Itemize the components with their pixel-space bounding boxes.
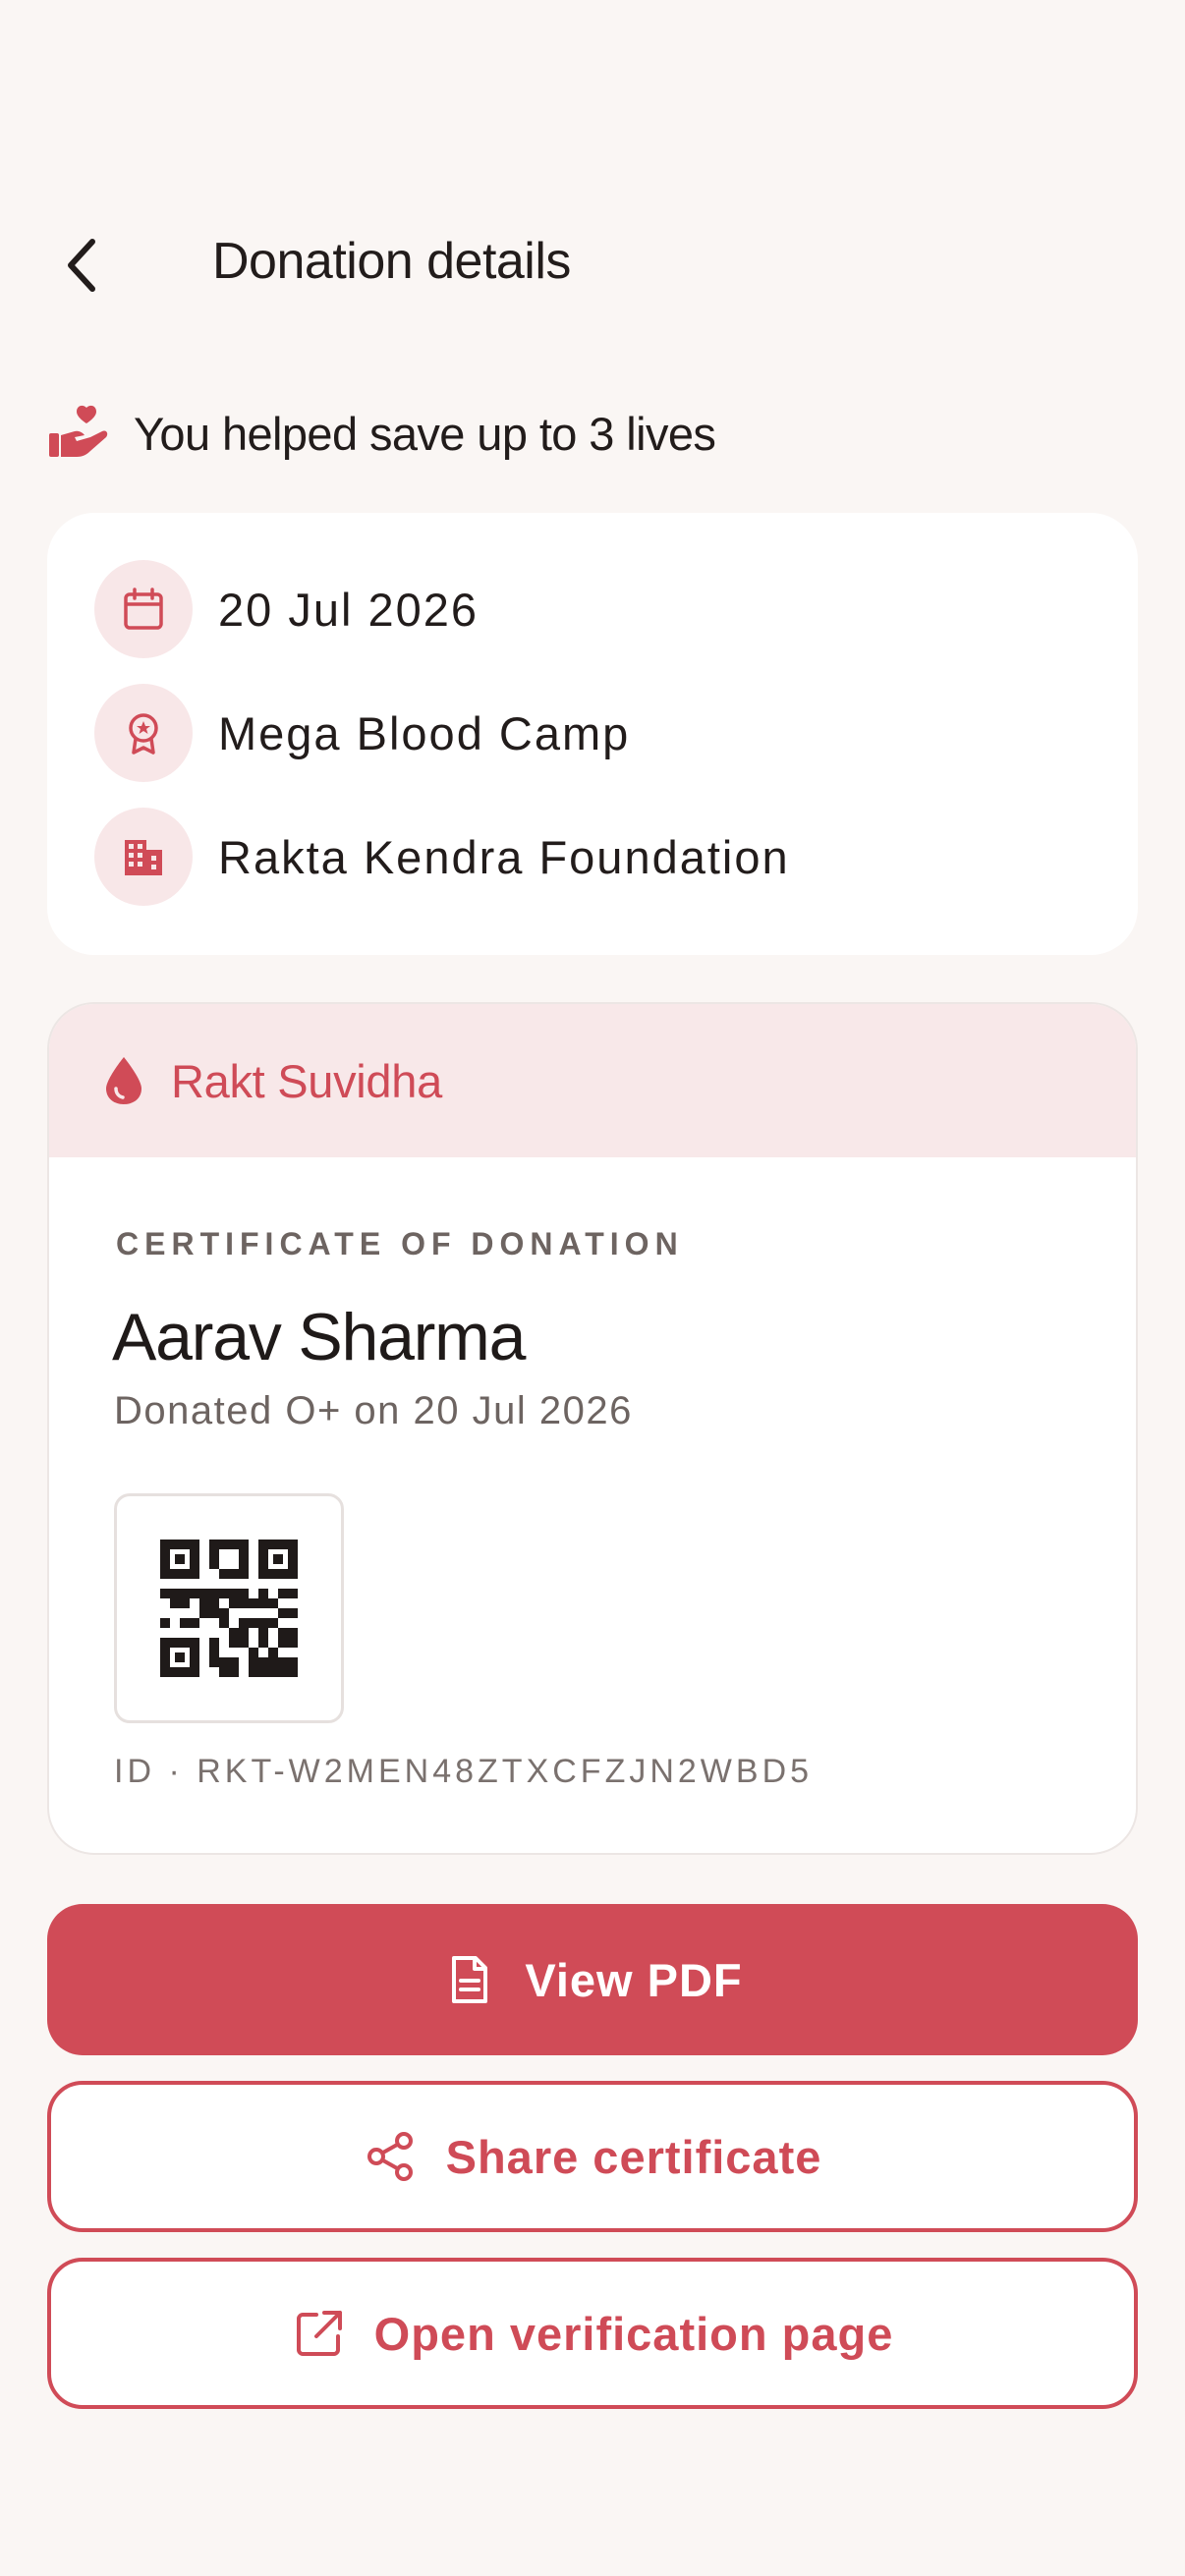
- certificate-card: Rakt Suvidha CERTIFICATE OF DONATION Aar…: [47, 1002, 1138, 1855]
- chevron-left-icon: [68, 239, 95, 292]
- qr-code-icon: [160, 1540, 298, 1677]
- app-header: Donation details: [0, 196, 1185, 334]
- donation-details-screen: Donation details You helped save up to 3…: [0, 0, 1185, 2576]
- donation-date: 20 Jul 2026: [218, 583, 480, 636]
- impact-text: You helped save up to 3 lives: [134, 407, 716, 460]
- view-pdf-label: View PDF: [525, 1953, 743, 2006]
- page-title: Donation details: [212, 233, 571, 290]
- certificate-brand: Rakt Suvidha: [171, 1054, 442, 1107]
- calendar-icon-container: [94, 560, 193, 658]
- open-verification-page-label: Open verification page: [373, 2307, 894, 2360]
- external-link-icon-wrap: [292, 2306, 347, 2361]
- info-row-organization: Rakta Kendra Foundation: [94, 808, 790, 906]
- share-icon: [367, 2132, 413, 2181]
- share-icon-wrap: [364, 2129, 419, 2184]
- info-row-camp: Mega Blood Camp: [94, 684, 630, 782]
- open-verification-page-button[interactable]: Open verification page: [47, 2258, 1138, 2409]
- camp-name: Mega Blood Camp: [218, 706, 631, 759]
- share-certificate-label: Share certificate: [445, 2130, 822, 2183]
- certificate-header: Rakt Suvidha: [49, 1004, 1136, 1157]
- view-pdf-button[interactable]: View PDF: [47, 1904, 1138, 2055]
- calendar-icon: [124, 588, 163, 630]
- info-row-date: 20 Jul 2026: [94, 560, 479, 658]
- back-button[interactable]: [43, 226, 122, 305]
- building-icon-container: [94, 808, 193, 906]
- donor-name: Aarav Sharma: [112, 1300, 526, 1374]
- blood-drop-icon: [106, 1057, 141, 1104]
- award-badge-icon-container: [94, 684, 193, 782]
- hand-heart-icon: [49, 405, 108, 457]
- award-badge-icon: [129, 713, 158, 755]
- certificate-eyebrow: CERTIFICATE OF DONATION: [116, 1226, 684, 1261]
- file-text-icon: [452, 1956, 488, 2003]
- file-text-icon-wrap: [442, 1952, 497, 2007]
- donation-summary: Donated O+ on 20 Jul 2026: [114, 1389, 633, 1432]
- organization-name: Rakta Kendra Foundation: [218, 830, 790, 883]
- building-icon: [125, 840, 162, 875]
- impact-banner: You helped save up to 3 lives: [47, 393, 716, 474]
- external-link-icon: [296, 2311, 342, 2356]
- share-certificate-button[interactable]: Share certificate: [47, 2081, 1138, 2232]
- certificate-id: ID · RKT-W2MEN48ZTXCFZJN2WBD5: [114, 1753, 814, 1790]
- qr-code-box: [114, 1493, 344, 1723]
- donation-info-card: 20 Jul 2026 Mega Blood Camp Rakta Kendra…: [47, 513, 1138, 955]
